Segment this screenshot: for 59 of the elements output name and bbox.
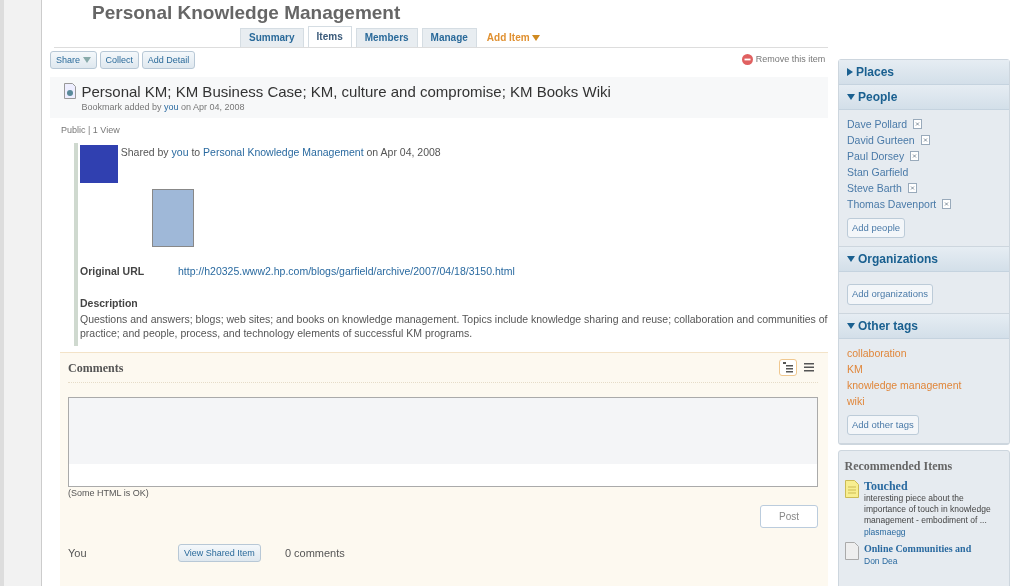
group-link[interactable]: Personal Knowledge Management	[203, 146, 364, 159]
document-icon	[844, 541, 859, 560]
view-shared-item-button[interactable]: View Shared Item	[178, 543, 261, 562]
threaded-icon	[783, 362, 794, 373]
recommended-item-link[interactable]: Touched	[864, 480, 1004, 494]
person-link[interactable]: Thomas Davenport	[847, 196, 937, 212]
person-link[interactable]: Dave Pollard	[847, 116, 908, 132]
person-link[interactable]: Paul Dorsey	[847, 148, 905, 164]
tab[interactable]: Items	[307, 26, 352, 47]
remove-icon	[741, 54, 753, 66]
description-text: Questions and answers; blogs; web sites; and books on knowledge management. Topics include knowledge sharing and reuse; collaboration and communities of practice; and people, process, and technology elements of successful KM programs.	[80, 311, 828, 340]
html-note: (Some HTML is OK)	[68, 487, 150, 501]
author-link[interactable]: Don Dea	[864, 554, 972, 568]
person-link[interactable]: David Gurteen	[847, 132, 915, 148]
add-button[interactable]: Add organizations	[847, 284, 934, 305]
section-header[interactable]: Places	[839, 60, 1009, 85]
url-link[interactable]: http://h20325.www2.hp.com/blogs/garfield/archive/2007/04/18/3150.html	[178, 263, 515, 280]
tab[interactable]: Members	[355, 28, 418, 47]
caret-icon	[82, 56, 91, 63]
person-link[interactable]: Stan Garfield	[847, 164, 909, 180]
collapse-triangle-icon	[847, 322, 855, 329]
shared-info: Shared by you to Personal Knowledge Management on Apr 04, 2008	[120, 145, 441, 161]
comment-count: 0 comments	[284, 545, 345, 561]
add-item-menu[interactable]: Add Item	[480, 28, 547, 47]
user-link[interactable]: you	[164, 101, 179, 112]
comment-input[interactable]	[68, 397, 818, 488]
toolbar-button[interactable]: Add Detail	[141, 50, 196, 69]
photo-placeholder	[152, 189, 194, 248]
item-summary: interesting piece about the importance of touch in knowledge management - embodiment of ...	[864, 493, 992, 527]
user-link[interactable]: you	[171, 146, 189, 159]
toolbar-button[interactable]: Collect	[99, 50, 140, 69]
description-label: Description	[80, 296, 139, 311]
add-button[interactable]: Add people	[847, 218, 906, 239]
avatar-placeholder	[80, 145, 118, 184]
tab[interactable]: Summary	[240, 28, 304, 47]
collapse-triangle-icon	[847, 256, 855, 263]
url-label: Original URL	[80, 263, 146, 279]
post-button[interactable]: Post	[760, 504, 818, 528]
threaded-view-button[interactable]	[779, 359, 798, 377]
recommended-title: Recommended Items	[844, 457, 954, 475]
user-label: You	[68, 545, 88, 561]
expand-triangle-icon	[847, 68, 853, 76]
person-link[interactable]: Steve Barth	[847, 180, 902, 196]
visibility-info: Public | 1 View	[60, 123, 121, 137]
remove-item-link[interactable]: Remove this item	[741, 53, 826, 67]
document-icon	[64, 82, 76, 99]
collapse-triangle-icon	[847, 94, 855, 100]
caret-icon	[532, 34, 541, 41]
share-dropdown[interactable]: Share	[50, 50, 97, 69]
bookmark-info: Bookmark added by you on Apr 04, 2008	[81, 100, 246, 114]
page-title: Personal Knowledge Management	[91, 1, 402, 24]
add-button[interactable]: Add other tags	[847, 414, 919, 435]
item-title: Personal KM; KM Business Case; KM, culture and compromise; KM Books Wiki	[81, 82, 611, 101]
comments-title: Comments	[68, 359, 124, 377]
note-icon	[844, 480, 859, 499]
list-icon	[804, 363, 814, 372]
tab[interactable]: Manage	[421, 28, 477, 47]
recommended-item-link[interactable]: Online Communities and	[864, 541, 972, 555]
author-link[interactable]: plasmaegg	[864, 526, 1004, 539]
